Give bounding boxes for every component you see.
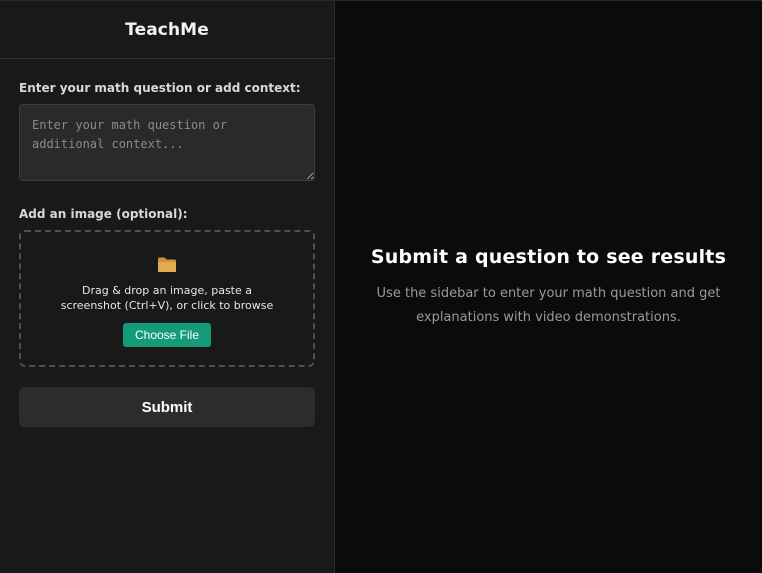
results-panel: Submit a question to see results Use the… [335, 1, 762, 573]
choose-file-button[interactable]: Choose File [122, 323, 212, 347]
sidebar: TeachMe Enter your math question or add … [0, 1, 335, 573]
image-label: Add an image (optional): [19, 207, 188, 221]
image-dropzone[interactable]: Drag & drop an image, paste a screenshot… [19, 230, 315, 367]
question-form: Enter your math question or add context:… [0, 81, 334, 427]
sidebar-header: TeachMe [0, 1, 334, 59]
question-input[interactable] [19, 104, 315, 181]
app-window: TeachMe Enter your math question or add … [0, 0, 762, 573]
results-placeholder-heading: Submit a question to see results [370, 246, 727, 268]
folder-icon [157, 256, 177, 273]
app-title: TeachMe [125, 19, 209, 40]
results-placeholder-description: Use the sidebar to enter your math quest… [376, 286, 721, 325]
submit-button[interactable]: Submit [19, 387, 315, 427]
dropzone-instructions: Drag & drop an image, paste a screenshot… [60, 284, 274, 312]
question-label: Enter your math question or add context: [19, 81, 301, 95]
